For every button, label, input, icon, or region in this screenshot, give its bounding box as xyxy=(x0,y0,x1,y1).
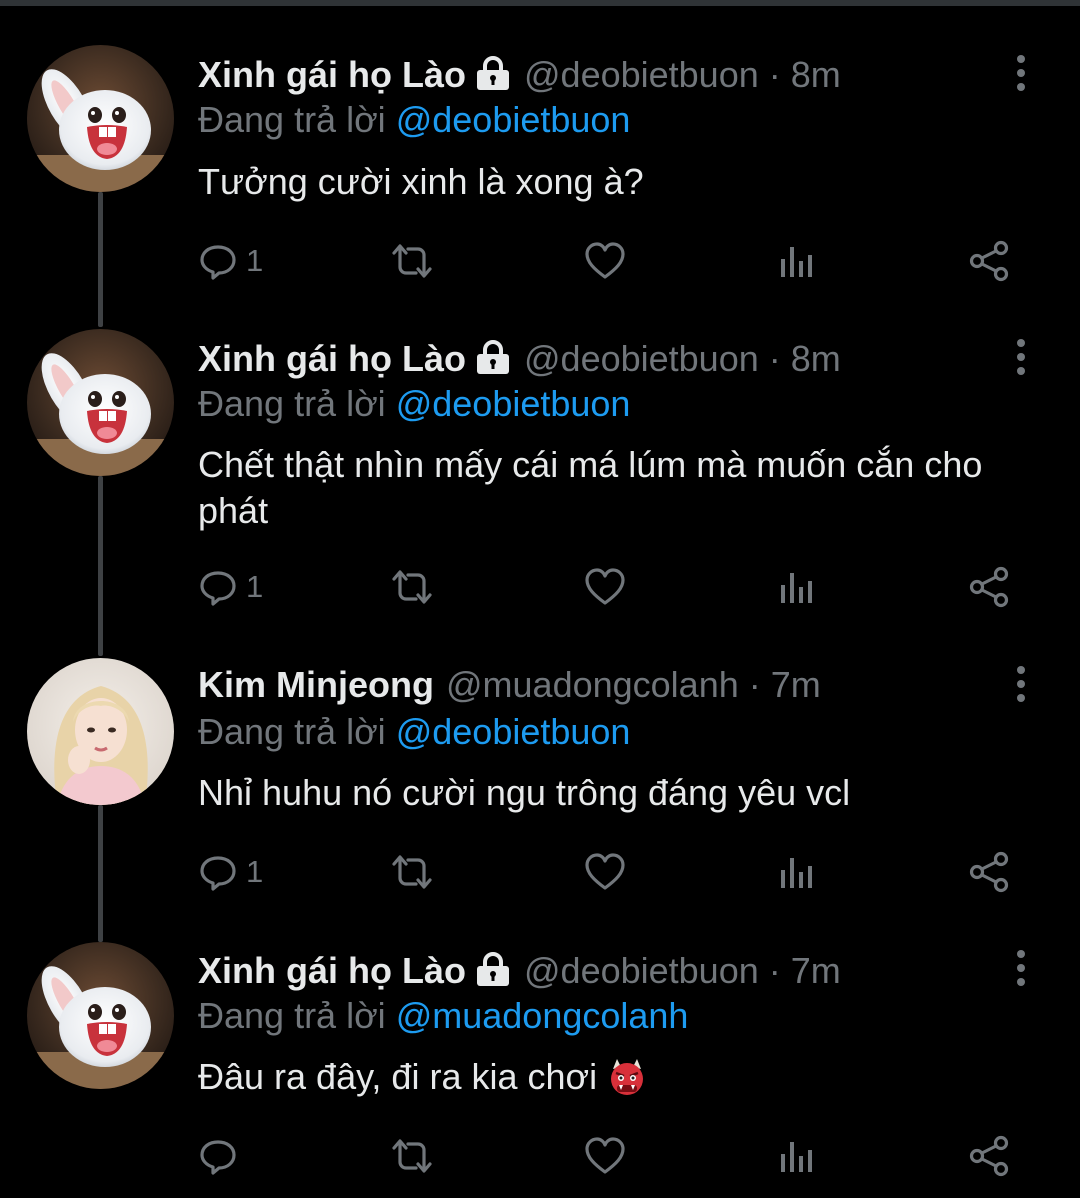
reply-context: Đang trả lời @deobietbuon xyxy=(198,379,630,429)
tweet-text: Tưởng cười xinh là xong à? xyxy=(198,161,644,202)
reply-prefix: Đang trả lời xyxy=(198,995,386,1036)
reply-count: 1 xyxy=(246,854,264,889)
timestamp[interactable]: · 8m xyxy=(769,54,841,95)
action-bar: 1 xyxy=(198,562,1038,612)
lock-icon xyxy=(477,952,509,986)
views-icon xyxy=(781,573,812,603)
white-rabbit-avatar[interactable] xyxy=(27,329,174,476)
retweet-icon xyxy=(392,855,432,889)
retweet-icon xyxy=(392,570,432,604)
heart-icon xyxy=(585,242,625,279)
reply-context: Đang trả lời @muadongcolanh xyxy=(198,991,688,1041)
handle[interactable]: @muadongcolanh xyxy=(446,664,739,705)
reply-context: Đang trả lời @deobietbuon xyxy=(198,707,630,757)
views-button[interactable] xyxy=(778,236,816,286)
display-name[interactable]: Xinh gái họ Lào xyxy=(198,950,466,991)
tweet-text: Chết thật nhìn mấy cái má lúm mà muốn cắ… xyxy=(198,444,983,531)
tweet-header: Xinh gái họ Lào @deobietbuon · 8m xyxy=(198,49,841,101)
reply-button[interactable]: 1 xyxy=(198,847,263,897)
reply-count: 1 xyxy=(246,569,264,604)
timestamp[interactable]: · 7m xyxy=(769,950,841,991)
lock-icon xyxy=(477,56,509,90)
tweet-header: Xinh gái họ Lào @deobietbuon · 7m xyxy=(198,945,841,997)
heart-icon xyxy=(585,568,625,605)
reply-mention-link[interactable]: @muadongcolanh xyxy=(396,995,689,1036)
retweet-icon xyxy=(392,1139,432,1173)
girl-photo-avatar[interactable] xyxy=(27,658,174,805)
timestamp[interactable]: · 7m xyxy=(749,664,821,705)
reply-icon xyxy=(200,571,236,606)
share-button[interactable] xyxy=(968,1131,1010,1181)
reply-count: 1 xyxy=(246,243,264,278)
reply-button[interactable]: 1 xyxy=(198,236,263,286)
tweet-header: Kim Minjeong @muadongcolanh · 7m xyxy=(198,659,821,711)
share-icon xyxy=(969,851,1009,893)
like-button[interactable] xyxy=(584,1131,626,1181)
like-button[interactable] xyxy=(584,236,626,286)
views-button[interactable] xyxy=(778,847,816,897)
retweet-icon xyxy=(392,244,432,278)
retweet-button[interactable] xyxy=(388,236,436,286)
retweet-button[interactable] xyxy=(388,562,436,612)
share-button[interactable] xyxy=(968,236,1010,286)
retweet-button[interactable] xyxy=(388,847,436,897)
like-button[interactable] xyxy=(584,562,626,612)
share-button[interactable] xyxy=(968,562,1010,612)
ogre-emoji xyxy=(611,1059,644,1095)
reply-mention-link[interactable]: @deobietbuon xyxy=(396,711,631,752)
tweet-text: Đâu ra đây, đi ra kia chơi xyxy=(198,1056,598,1097)
thread-connector xyxy=(98,476,103,656)
views-icon xyxy=(781,1142,812,1172)
reply-icon xyxy=(200,1140,236,1175)
tweet-text: Nhỉ huhu nó cười ngu trông đáng yêu vcl xyxy=(198,772,851,813)
action-bar: 1 xyxy=(198,847,1038,897)
reply-prefix: Đang trả lời xyxy=(198,711,386,752)
action-bar: 1 xyxy=(198,236,1038,286)
more-icon[interactable] xyxy=(1006,664,1036,704)
handle[interactable]: @deobietbuon xyxy=(524,54,759,95)
reply-button[interactable] xyxy=(198,1131,238,1181)
handle[interactable]: @deobietbuon xyxy=(524,950,759,991)
action-bar xyxy=(198,1131,1038,1181)
lock-icon xyxy=(477,340,509,374)
display-name[interactable]: Xinh gái họ Lào xyxy=(198,54,466,95)
display-name[interactable]: Kim Minjeong xyxy=(198,664,434,705)
reply-icon xyxy=(200,856,236,891)
more-icon[interactable] xyxy=(1006,53,1036,93)
tweet-text-container: Đâu ra đây, đi ra kia chơi xyxy=(198,1054,1018,1100)
reply-icon xyxy=(200,245,236,280)
reply-context: Đang trả lời @deobietbuon xyxy=(198,95,630,145)
display-name[interactable]: Xinh gái họ Lào xyxy=(198,338,466,379)
views-icon xyxy=(781,247,812,277)
top-divider xyxy=(0,0,1080,6)
white-rabbit-avatar[interactable] xyxy=(27,942,174,1089)
more-icon[interactable] xyxy=(1006,337,1036,377)
reply-mention-link[interactable]: @deobietbuon xyxy=(396,383,631,424)
share-icon xyxy=(969,1135,1009,1177)
thread-connector xyxy=(98,805,103,942)
reply-button[interactable]: 1 xyxy=(198,562,263,612)
more-icon[interactable] xyxy=(1006,948,1036,988)
views-icon xyxy=(781,858,812,888)
reply-prefix: Đang trả lời xyxy=(198,99,386,140)
reply-prefix: Đang trả lời xyxy=(198,383,386,424)
thread-connector xyxy=(98,192,103,327)
share-icon xyxy=(969,240,1009,282)
retweet-button[interactable] xyxy=(388,1131,436,1181)
reply-mention-link[interactable]: @deobietbuon xyxy=(396,99,631,140)
views-button[interactable] xyxy=(778,1131,816,1181)
timestamp[interactable]: · 8m xyxy=(769,338,841,379)
views-button[interactable] xyxy=(778,562,816,612)
white-rabbit-avatar[interactable] xyxy=(27,45,174,192)
share-button[interactable] xyxy=(968,847,1010,897)
handle[interactable]: @deobietbuon xyxy=(524,338,759,379)
like-button[interactable] xyxy=(584,847,626,897)
heart-icon xyxy=(585,1137,625,1174)
tweet-header: Xinh gái họ Lào @deobietbuon · 8m xyxy=(198,333,841,385)
heart-icon xyxy=(585,853,625,890)
share-icon xyxy=(969,566,1009,608)
